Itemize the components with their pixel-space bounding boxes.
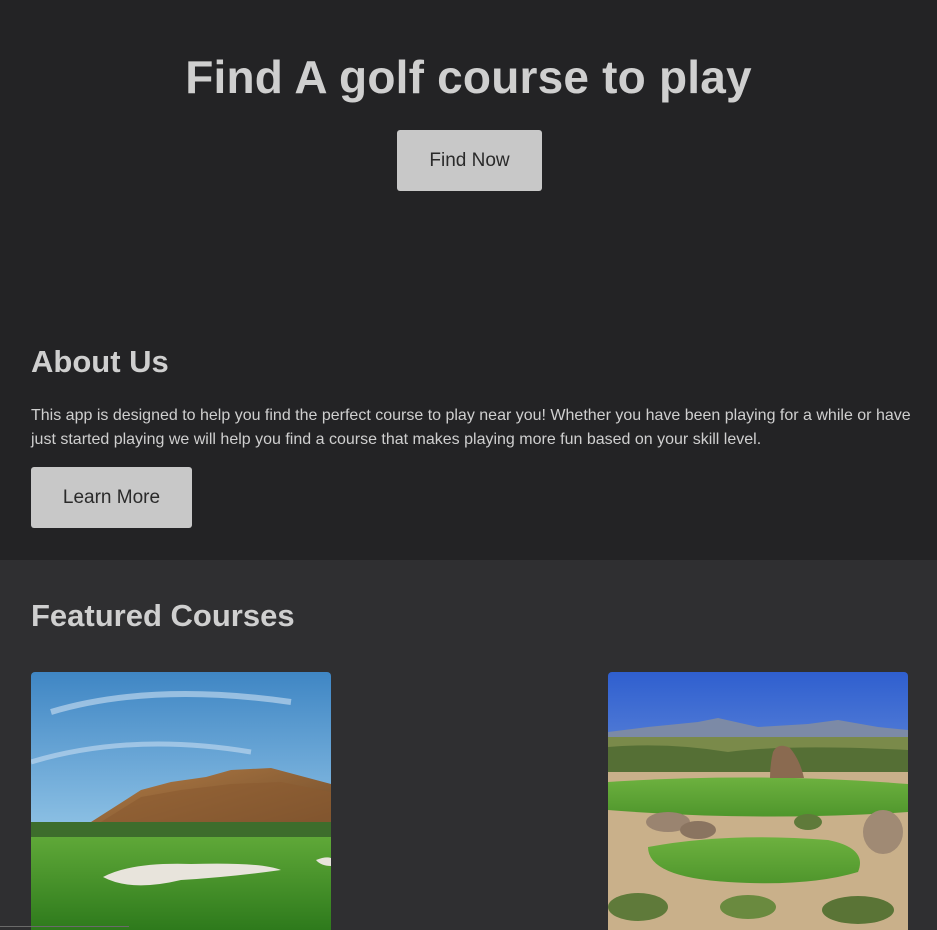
golf-course-mountain-photo — [31, 672, 331, 930]
about-section: About Us This app is designed to help yo… — [0, 320, 937, 560]
featured-section: Featured Courses — [0, 560, 937, 930]
golf-course-desert-photo — [608, 672, 908, 930]
about-text: This app is designed to help you find th… — [31, 407, 911, 448]
divider-line — [0, 926, 129, 927]
featured-title: Featured Courses — [31, 598, 295, 633]
find-now-button[interactable]: Find Now — [397, 130, 542, 191]
course-card-1[interactable] — [31, 672, 331, 930]
hero-title: Find A golf course to play — [185, 51, 752, 103]
about-title: About Us — [31, 344, 169, 379]
learn-more-button[interactable]: Learn More — [31, 467, 192, 528]
hero-section: Find A golf course to play Find Now — [0, 0, 937, 320]
course-card-2[interactable] — [608, 672, 908, 930]
